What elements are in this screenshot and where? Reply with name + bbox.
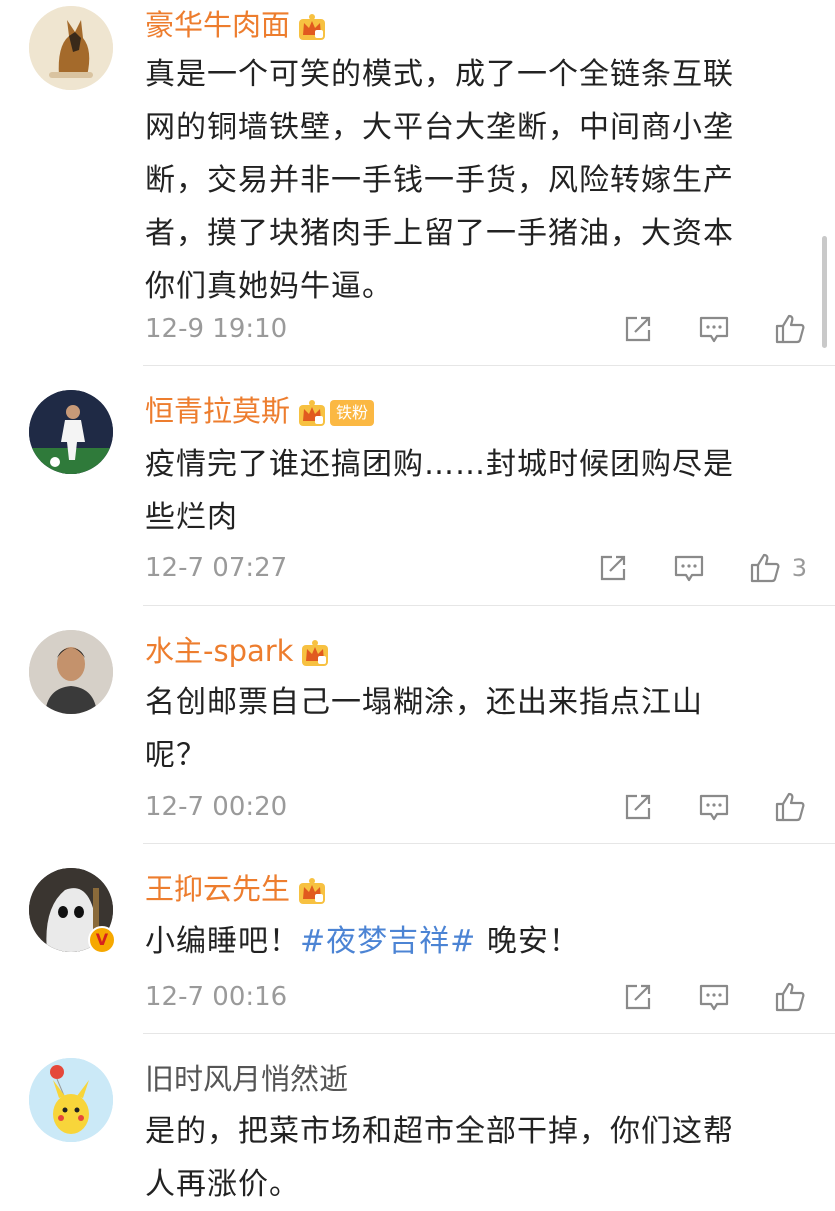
like-button[interactable] [773, 980, 807, 1014]
action-bar [579, 787, 807, 827]
comment-button[interactable] [672, 551, 706, 585]
comment-text: 真是一个可笑的模式，成了一个全链条互联 网的铜墙铁壁，大平台大垄断，中间商小垄 … [145, 48, 805, 313]
text-line: 网的铜墙铁壁，大平台大垄断，中间商小垄 [145, 110, 734, 145]
fan-badge: 铁粉 [330, 400, 375, 426]
comment-button[interactable] [697, 312, 731, 346]
comment-item: 豪华牛肉面 真是一个可笑的模式，成了一个全链条互联 网的铜墙铁壁，大平台大垄断，… [0, 0, 835, 366]
crown-badge-icon [296, 875, 328, 907]
comment-icon [697, 790, 731, 824]
username-text[interactable]: 王抑云先生 [145, 872, 290, 906]
username[interactable]: 王抑云先生 [145, 869, 328, 909]
dog-avatar-icon [29, 6, 113, 90]
username[interactable]: 水主-spark [145, 631, 331, 671]
text-line: 者，摸了块猪肉手上留了一手猪油，大资本 [145, 216, 734, 251]
comment-item: 水主-spark 名创邮票自己一塌糊涂，还出来指点江山 呢？ 12-7 00:2… [0, 606, 835, 844]
share-icon [621, 312, 655, 346]
comment-text: 是的，把菜市场和超市全部干掉，你们这帮 人再涨价。 [145, 1105, 805, 1211]
like-button[interactable] [773, 790, 807, 824]
thumbs-up-icon [773, 980, 807, 1014]
comment-button[interactable] [697, 790, 731, 824]
timestamp: 12-7 00:20 [145, 792, 288, 822]
scrollbar[interactable] [822, 236, 827, 348]
comment-text: 名创邮票自己一塌糊涂，还出来指点江山 呢？ [145, 676, 805, 782]
username-text[interactable]: 水主-spark [145, 634, 293, 668]
text-line: 名创邮票自己一塌糊涂，还出来指点江山 [145, 685, 703, 720]
share-button[interactable] [596, 551, 630, 585]
comment-icon [672, 551, 706, 585]
text-line: 你们真她妈牛逼。 [145, 269, 393, 304]
username-text[interactable]: 豪华牛肉面 [145, 8, 290, 42]
person-avatar-icon [29, 630, 113, 714]
text-line: 疫情完了谁还搞团购……封城时候团购尽是 [145, 447, 734, 482]
share-button[interactable] [621, 980, 655, 1014]
comment-text: 小编睡吧！#夜梦吉祥# 晚安！ [145, 915, 805, 968]
share-icon [621, 790, 655, 824]
avatar[interactable] [29, 1058, 113, 1142]
share-button[interactable] [621, 790, 655, 824]
comment-icon [697, 980, 731, 1014]
like-button[interactable] [773, 312, 807, 346]
comment-text: 疫情完了谁还搞团购……封城时候团购尽是 些烂肉 [145, 438, 805, 544]
text-line: 是的，把菜市场和超市全部干掉，你们这帮 [145, 1114, 734, 1149]
username[interactable]: 恒青拉莫斯 铁粉 [145, 391, 375, 431]
hashtag-link[interactable]: #夜梦吉祥# [300, 924, 476, 959]
timestamp: 12-7 00:16 [145, 982, 288, 1012]
thumbs-up-icon [773, 312, 807, 346]
text-line: 人再涨价。 [145, 1167, 300, 1202]
text-segment: 小编睡吧！ [145, 924, 300, 959]
avatar[interactable] [29, 630, 113, 714]
share-icon [596, 551, 630, 585]
share-icon [621, 980, 655, 1014]
like-count: 3 [791, 554, 807, 582]
like-button[interactable]: 3 [748, 551, 807, 585]
username[interactable]: 豪华牛肉面 [145, 5, 328, 45]
share-button[interactable] [621, 312, 655, 346]
username-text[interactable]: 旧时风月悄然逝 [145, 1062, 348, 1096]
text-line: 断，交易并非一手钱一手货，风险转嫁生产 [145, 163, 734, 198]
text-line: 些烂肉 [145, 500, 238, 535]
avatar[interactable] [29, 6, 113, 90]
comment-item: V 王抑云先生 小编睡吧！#夜梦吉祥# 晚安！ 12-7 00:16 [0, 844, 835, 1034]
crown-badge-icon [296, 11, 328, 43]
comment-item: 旧时风月悄然逝 是的，把菜市场和超市全部干掉，你们这帮 人再涨价。 [0, 1034, 835, 1206]
action-bar [579, 977, 807, 1017]
action-bar: 3 [554, 548, 807, 588]
thumbs-up-icon [773, 790, 807, 824]
crown-badge-icon [296, 397, 328, 429]
thumbs-up-icon [748, 551, 782, 585]
comment-item: 恒青拉莫斯 铁粉 疫情完了谁还搞团购……封城时候团购尽是 些烂肉 12-7 07:… [0, 366, 835, 606]
football-player-avatar-icon [29, 390, 113, 474]
pikachu-avatar-icon [29, 1058, 113, 1142]
timestamp: 12-9 19:10 [145, 314, 288, 344]
avatar[interactable] [29, 390, 113, 474]
text-line: 呢？ [145, 738, 207, 773]
verified-v-icon: V [88, 926, 116, 954]
action-bar [579, 309, 807, 349]
text-line: 真是一个可笑的模式，成了一个全链条互联 [145, 57, 734, 92]
comment-icon [697, 312, 731, 346]
username-text[interactable]: 恒青拉莫斯 [145, 394, 290, 428]
crown-badge-icon [299, 637, 331, 669]
timestamp: 12-7 07:27 [145, 553, 288, 583]
text-segment: 晚安！ [476, 924, 580, 959]
username[interactable]: 旧时风月悄然逝 [145, 1059, 348, 1099]
comment-button[interactable] [697, 980, 731, 1014]
